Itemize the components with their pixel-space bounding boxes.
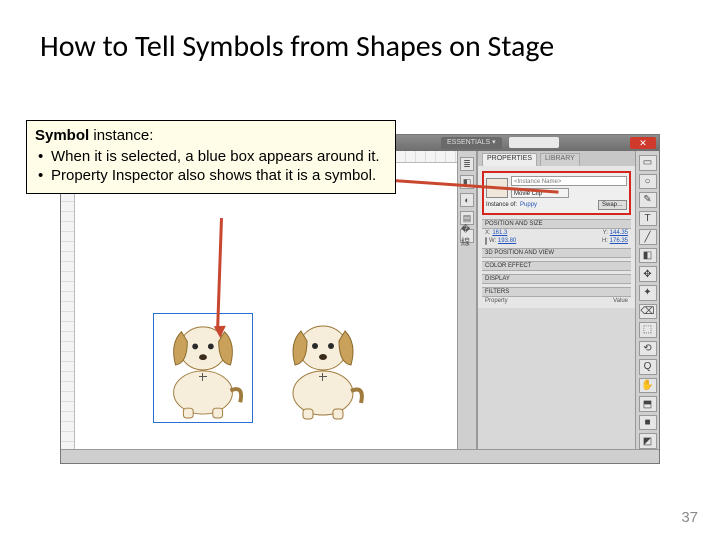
symbol-instance-selected[interactable] (153, 313, 253, 423)
tool-button[interactable]: ▭ (639, 155, 657, 171)
stage-area (61, 151, 491, 449)
symbol-instance[interactable] (273, 313, 373, 423)
tool-button[interactable]: ○ (639, 174, 657, 190)
search-input[interactable] (509, 137, 559, 148)
stage-canvas[interactable] (75, 163, 491, 449)
close-icon[interactable]: ✕ (630, 137, 656, 149)
tool-button[interactable]: ⟲ (639, 341, 657, 357)
instance-of-label: Instance of: (486, 202, 517, 208)
dock-icon[interactable]: �線 (460, 229, 474, 243)
slide-title: How to Tell Symbols from Shapes on Stage (40, 28, 700, 65)
registration-point-icon (199, 373, 207, 381)
tab-library[interactable]: LIBRARY (540, 153, 580, 166)
tool-button[interactable]: ╱ (639, 229, 657, 245)
callout-lead-rest: instance: (89, 127, 153, 144)
dock-strip: ≣ ◧ ◐ ▤ �線 (457, 151, 477, 449)
tool-button[interactable]: ✋ (639, 378, 657, 394)
x-label: X: (485, 230, 491, 236)
tool-button[interactable]: ■ (639, 415, 657, 431)
w-value[interactable]: 193.80 (498, 238, 516, 244)
callout-box: Symbol instance: When it is selected, a … (26, 120, 396, 194)
properties-panel: PROPERTIES LIBRARY <Instance Name> Movie… (477, 151, 635, 449)
section-color[interactable]: COLOR EFFECT (482, 261, 631, 271)
callout-bullet: Property Inspector also shows that it is… (35, 167, 387, 186)
workspace-switcher[interactable]: ESSENTIALS ▾ (441, 137, 502, 149)
lock-icon[interactable] (485, 237, 487, 245)
callout-lead-bold: Symbol (35, 127, 89, 144)
tools-panel: ▭ ○ ✎ T ╱ ◧ ✥ ✦ ⌫ ⬚ ⟲ Q ✋ ⬒ ■ ◩ (635, 151, 659, 449)
w-label: W: (489, 238, 496, 244)
tool-button[interactable]: ✎ (639, 192, 657, 208)
y-value[interactable]: 144.35 (610, 230, 628, 236)
x-value[interactable]: 161.3 (492, 230, 507, 236)
vertical-ruler (61, 151, 75, 449)
instance-of-value: Puppy (520, 202, 537, 208)
section-filters[interactable]: FILTERS (482, 287, 631, 297)
filters-col-value: Value (613, 298, 628, 304)
arrowhead-icon (214, 326, 226, 338)
y-label: Y: (603, 230, 608, 236)
tool-button[interactable]: ◩ (639, 433, 657, 449)
registration-point-icon (319, 373, 327, 381)
page-number: 37 (681, 509, 698, 526)
section-3d[interactable]: 3D POSITION AND VIEW (482, 248, 631, 258)
tool-button[interactable]: ✥ (639, 266, 657, 282)
callout-bullet: When it is selected, a blue box appears … (35, 148, 387, 167)
callout-lead: Symbol instance: (35, 127, 387, 146)
status-bar (61, 449, 659, 463)
dock-icon[interactable]: ▤ (460, 211, 474, 225)
swap-button[interactable]: Swap… (598, 200, 627, 210)
puppy-icon (273, 313, 373, 423)
panel-tabs: PROPERTIES LIBRARY (478, 151, 635, 166)
section-display[interactable]: DISPLAY (482, 274, 631, 284)
tool-button[interactable]: Q (639, 359, 657, 375)
h-value[interactable]: 176.35 (610, 238, 628, 244)
tab-properties[interactable]: PROPERTIES (482, 153, 537, 166)
tool-button[interactable]: T (639, 211, 657, 227)
section-pos-size[interactable]: POSITION AND SIZE (482, 219, 631, 229)
tool-button[interactable]: ⬚ (639, 322, 657, 338)
puppy-icon (154, 314, 252, 422)
tool-button[interactable]: ⬒ (639, 396, 657, 412)
h-label: H: (602, 238, 608, 244)
tool-button[interactable]: ◧ (639, 248, 657, 264)
tool-button[interactable]: ✦ (639, 285, 657, 301)
dock-icon[interactable]: ≣ (460, 157, 474, 171)
dock-icon[interactable]: ◐ (460, 193, 474, 207)
tool-button[interactable]: ⌫ (639, 304, 657, 320)
instance-name-input[interactable]: <Instance Name> (511, 176, 627, 186)
filters-col-property: Property (485, 298, 508, 304)
